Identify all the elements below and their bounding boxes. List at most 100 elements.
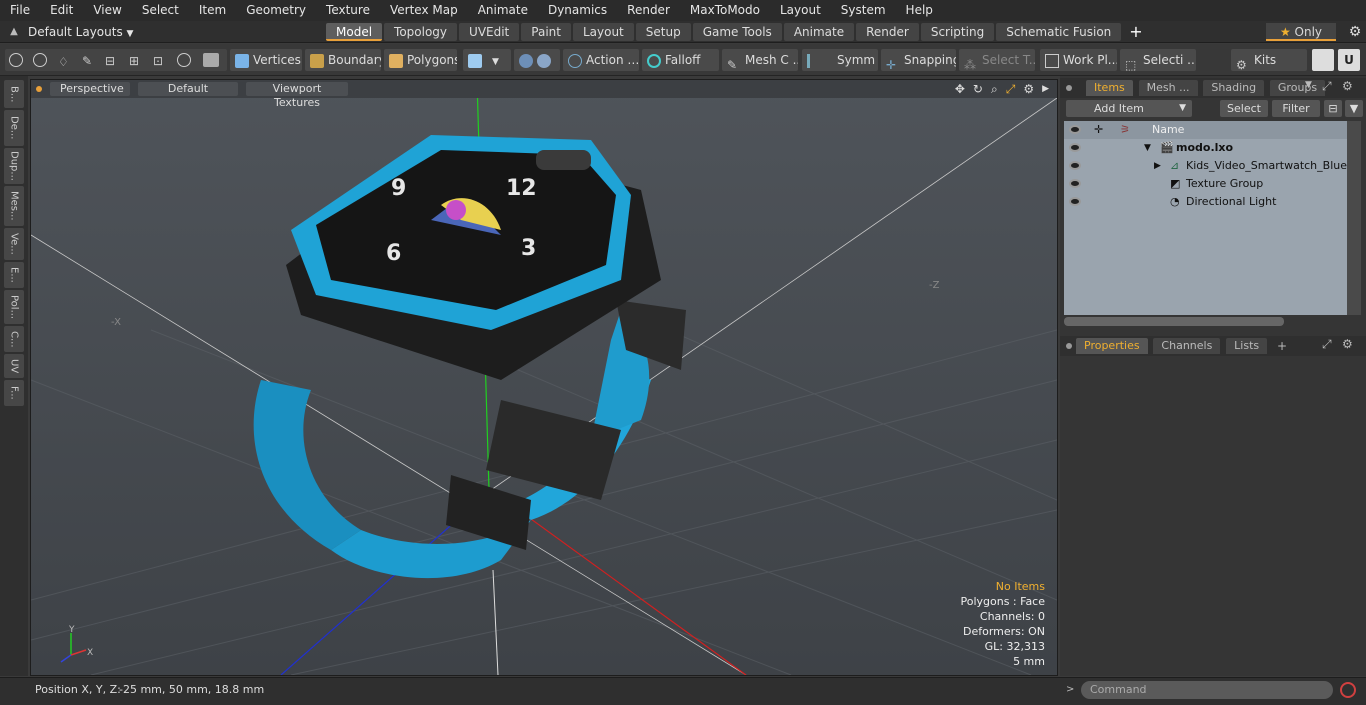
gear-icon[interactable]: ⚙ <box>1344 24 1366 40</box>
align-icon[interactable]: ⊟ <box>105 50 115 71</box>
menu-item[interactable]: Item <box>189 0 236 21</box>
vtab-edge[interactable]: E... <box>4 262 24 288</box>
tab-shading[interactable]: Shading <box>1203 80 1265 96</box>
layout-select[interactable]: Default Layouts ▼ <box>28 25 326 39</box>
menu-system[interactable]: System <box>831 0 896 21</box>
add-item-button[interactable]: Add Item ▼ <box>1066 100 1192 117</box>
lasso-icon[interactable]: ♢ <box>58 51 69 71</box>
circle-select-icon[interactable] <box>9 53 23 67</box>
tab-groups[interactable]: Groups <box>1269 80 1326 96</box>
tab-items[interactable]: Items <box>1086 80 1133 96</box>
eye-icon[interactable] <box>1069 143 1081 152</box>
modo-logo-icon[interactable] <box>1312 49 1334 71</box>
menu-vertex-map[interactable]: Vertex Map <box>380 0 468 21</box>
item-mode-button[interactable]: ▼ <box>463 49 511 71</box>
menu-render[interactable]: Render <box>617 0 680 21</box>
symmetry-button[interactable]: Symm ... <box>802 49 878 71</box>
action-button[interactable]: Action … <box>563 49 639 71</box>
vtab-deform[interactable]: De... <box>4 110 24 146</box>
material-icon[interactable] <box>203 53 219 67</box>
globe-icon[interactable] <box>33 53 47 67</box>
tab-paint[interactable]: Paint <box>521 22 571 41</box>
menu-file[interactable]: File <box>0 0 40 21</box>
menu-maxtomodo[interactable]: MaxToModo <box>680 0 770 21</box>
snapping-button[interactable]: ✛ Snapping <box>881 49 956 71</box>
vtab-basic[interactable]: B... <box>4 80 24 108</box>
viewport-settings-icon[interactable]: ⚙ <box>1023 82 1034 96</box>
shading-button[interactable]: Default <box>138 82 238 96</box>
only-button[interactable]: ★ Only <box>1266 22 1336 41</box>
expand-down-icon[interactable]: ▼ <box>1144 139 1151 157</box>
perspective-button[interactable]: Perspective <box>50 82 130 96</box>
tab-model[interactable]: Model <box>326 22 383 41</box>
list-item[interactable]: ▼ 🎬 modo.lxo <box>1064 139 1347 157</box>
tab-lists[interactable]: Lists <box>1226 338 1268 354</box>
select-through-button[interactable]: ⁂ Select T... <box>959 49 1035 71</box>
expand-panel-icon[interactable]: ⤢ <box>1322 337 1332 352</box>
add-tab-button[interactable]: + <box>1129 22 1145 41</box>
select-button[interactable]: Select <box>1220 100 1268 117</box>
list-item[interactable]: ◩ Texture Group <box>1064 175 1347 193</box>
viewport-textures-button[interactable]: Viewport Textures <box>246 82 348 109</box>
mesh-constraint-button[interactable]: ✎Mesh C ... <box>722 49 798 71</box>
tab-layout[interactable]: Layout <box>572 22 634 41</box>
tab-game-tools[interactable]: Game Tools <box>692 22 782 41</box>
vtab-polygon[interactable]: Pol... <box>4 290 24 324</box>
unreal-icon[interactable]: U <box>1338 49 1360 71</box>
tab-render[interactable]: Render <box>856 22 919 41</box>
expand-panel-icon[interactable]: ⤢ <box>1322 79 1332 94</box>
tab-schematic-fusion[interactable]: Schematic Fusion <box>996 22 1122 41</box>
viewport-arrow-icon[interactable]: ▶ <box>1042 84 1049 94</box>
layout-up-icon[interactable]: ▲ <box>0 26 28 37</box>
tab-topology[interactable]: Topology <box>384 22 458 41</box>
vertices-button[interactable]: Vertices <box>230 49 302 71</box>
eye-icon[interactable] <box>1069 179 1081 188</box>
add-panel-tab-button[interactable]: + <box>1277 339 1287 353</box>
tab-setup[interactable]: Setup <box>635 22 691 41</box>
vtab-duplicate[interactable]: Dup... <box>4 148 24 184</box>
expand-right-icon[interactable]: ▶ <box>1154 157 1161 175</box>
falloff-button[interactable]: Falloff <box>642 49 719 71</box>
list-item[interactable]: ▶ ⊿ Kids_Video_Smartwatch_Blue <box>1064 157 1347 175</box>
menu-view[interactable]: View <box>83 0 131 21</box>
item-list-hscrollbar[interactable] <box>1064 317 1284 326</box>
filter-button[interactable]: Filter <box>1272 100 1320 117</box>
command-input[interactable]: Command <box>1081 681 1333 699</box>
vtab-uv[interactable]: UV <box>4 354 24 378</box>
tab-animate[interactable]: Animate <box>783 22 855 41</box>
tab-uvedit[interactable]: UVEdit <box>459 22 520 41</box>
polygons-button[interactable]: Polygons <box>384 49 457 71</box>
tab-properties[interactable]: Properties <box>1076 338 1148 354</box>
pen-icon[interactable]: ✎ <box>82 50 92 71</box>
vtab-curve[interactable]: C... <box>4 326 24 352</box>
move-view-icon[interactable]: ✥ <box>955 82 965 96</box>
boundary-button[interactable]: Boundary <box>305 49 381 71</box>
menu-layout[interactable]: Layout <box>770 0 831 21</box>
tab-scripting[interactable]: Scripting <box>920 22 995 41</box>
list-item[interactable]: ◔ Directional Light <box>1064 193 1347 211</box>
menu-animate[interactable]: Animate <box>468 0 538 21</box>
collapse-icon[interactable]: ⊟ <box>1324 100 1342 117</box>
panel-settings-icon[interactable]: ⚙ <box>1342 79 1353 93</box>
vtab-vertex[interactable]: Ve... <box>4 228 24 260</box>
menu-edit[interactable]: Edit <box>40 0 83 21</box>
selection-sets-button[interactable]: ⬚ Selecti ... <box>1120 49 1196 71</box>
kits-button[interactable]: ⚙ Kits <box>1231 49 1307 71</box>
panel-settings-icon[interactable]: ⚙ <box>1342 337 1353 351</box>
vtab-fusion[interactable]: F... <box>4 380 24 406</box>
element-icon[interactable]: ⊡ <box>153 50 163 71</box>
funnel-icon[interactable]: ▼ <box>1345 100 1363 117</box>
work-plane-button[interactable]: Work Pl... <box>1040 49 1117 71</box>
pivot-group[interactable] <box>514 49 560 71</box>
rotate-view-icon[interactable]: ↻ <box>973 82 983 96</box>
timer-icon[interactable] <box>177 53 191 67</box>
eye-icon[interactable] <box>1069 161 1081 170</box>
zoom-view-icon[interactable]: ⌕ <box>991 82 998 97</box>
tabs-dropdown-icon[interactable]: ▼ <box>1305 80 1312 90</box>
menu-help[interactable]: Help <box>896 0 943 21</box>
menu-select[interactable]: Select <box>132 0 189 21</box>
menu-dynamics[interactable]: Dynamics <box>538 0 617 21</box>
eye-icon[interactable] <box>1069 197 1081 206</box>
vtab-mesh-edit[interactable]: Mes... <box>4 186 24 226</box>
menu-texture[interactable]: Texture <box>316 0 380 21</box>
